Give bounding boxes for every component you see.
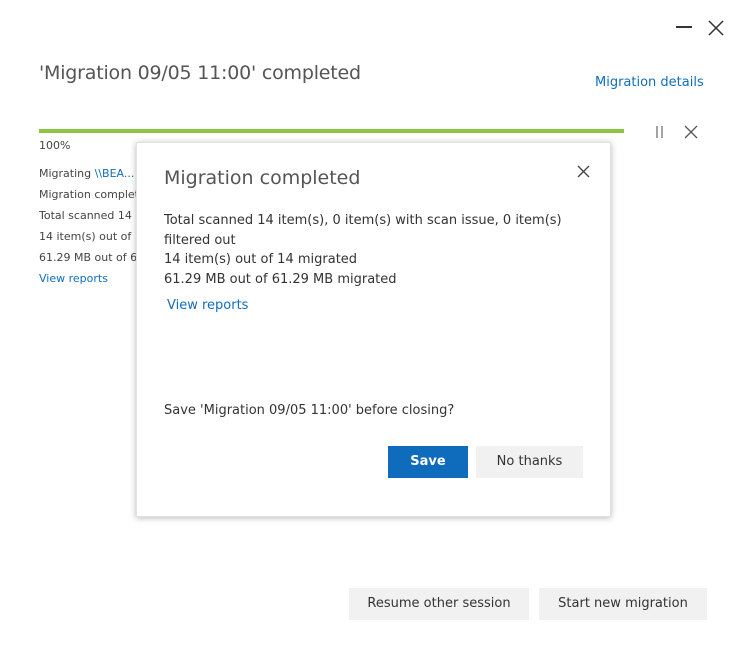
status-completed: Migration complet (39, 188, 136, 201)
progress-bar (39, 129, 624, 133)
minimize-icon[interactable] (676, 26, 692, 28)
status-scanned: Total scanned 14 it (39, 209, 136, 222)
dialog-view-reports-link[interactable]: View reports (167, 298, 248, 313)
start-new-migration-button[interactable]: Start new migration (539, 588, 707, 620)
no-thanks-button[interactable]: No thanks (476, 446, 583, 478)
status-size: 61.29 MB out of 61 (39, 251, 136, 264)
save-question: Save 'Migration 09/05 11:00' before clos… (164, 403, 455, 418)
source-path-link[interactable]: \\BEA... (95, 167, 135, 180)
save-button[interactable]: Save (388, 446, 468, 478)
items-summary: 14 item(s) out of 14 migrated (164, 252, 358, 267)
status-items: 14 item(s) out of 1 (39, 230, 136, 243)
stop-icon[interactable] (684, 125, 698, 139)
size-summary: 61.29 MB out of 61.29 MB migrated (164, 271, 397, 287)
migrating-line: Migrating \\BEA... (39, 165, 136, 186)
status-panel: Migrating \\BEA... Migration complet Tot… (39, 165, 136, 291)
close-icon[interactable] (577, 165, 590, 178)
page-title: 'Migration 09/05 11:00' completed (39, 62, 361, 84)
migration-window: 'Migration 09/05 11:00' completed Migrat… (0, 0, 746, 659)
migration-completed-dialog: Migration completed Total scanned 14 ite… (136, 142, 611, 517)
migrating-prefix: Migrating (39, 167, 95, 180)
migration-details-link[interactable]: Migration details (595, 75, 704, 90)
scan-summary: Total scanned 14 item(s), 0 item(s) with… (164, 213, 562, 248)
progress-percent: 100% (39, 139, 71, 152)
dialog-title: Migration completed (164, 167, 361, 189)
dialog-summary: Total scanned 14 item(s), 0 item(s) with… (164, 211, 589, 289)
close-icon[interactable] (707, 19, 725, 37)
resume-other-session-button[interactable]: Resume other session (349, 588, 529, 620)
pause-icon[interactable] (654, 125, 666, 139)
progress-fill (39, 129, 624, 133)
view-reports-link[interactable]: View reports (39, 270, 136, 291)
